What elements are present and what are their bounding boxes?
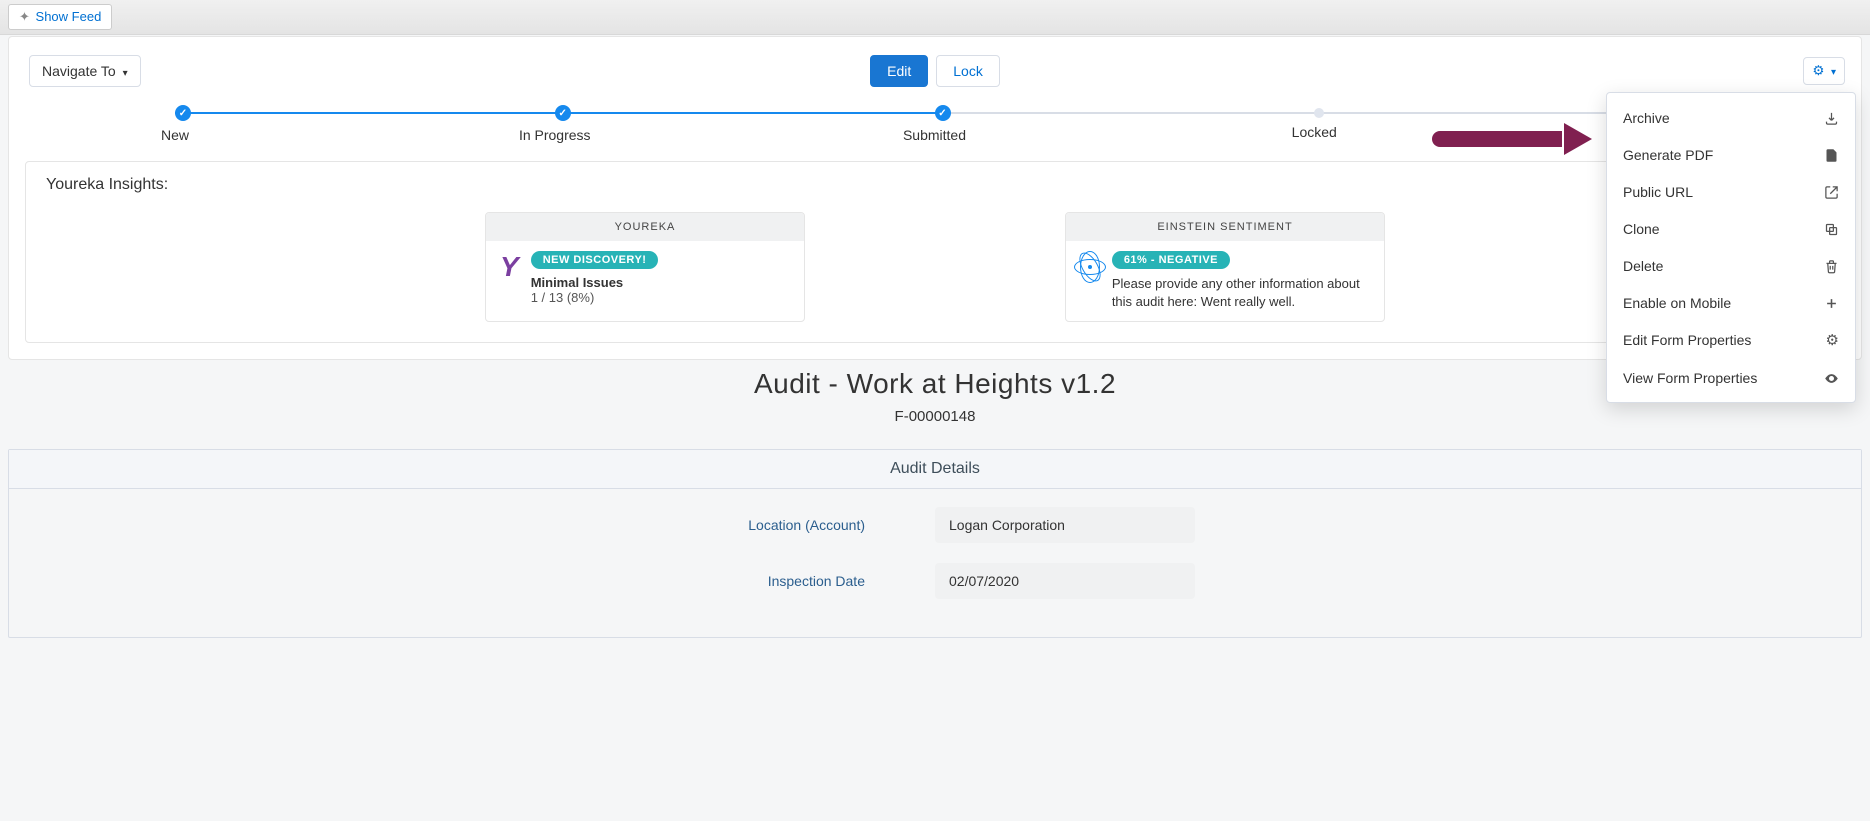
discovery-badge: NEW DISCOVERY! (531, 251, 659, 269)
youreka-insight: YOUREKA Y NEW DISCOVERY! Minimal Issues … (485, 212, 805, 322)
check-icon: ✓ (175, 105, 191, 121)
menu-enable-mobile[interactable]: Enable on Mobile (1607, 284, 1855, 321)
sentiment-badge: 61% - NEGATIVE (1112, 251, 1230, 269)
navigate-to-button[interactable]: Navigate To ▾ (29, 55, 141, 87)
form-row-inspection-date: Inspection Date 02/07/2020 (9, 563, 1861, 599)
youreka-logo-icon: Y (500, 251, 519, 283)
plus-icon (1824, 294, 1839, 311)
caret-down-icon: ▾ (123, 68, 128, 79)
path-step-submitted[interactable]: ✓ Submitted (935, 105, 936, 143)
lock-button[interactable]: Lock (936, 55, 1000, 87)
path-step-locked[interactable]: Locked (1314, 105, 1315, 143)
show-feed-button[interactable]: ✦ Show Feed (8, 4, 112, 30)
download-icon (1824, 109, 1839, 126)
audit-details-section: Audit Details Location (Account) Logan C… (8, 449, 1862, 638)
caret-down-icon: ▾ (1831, 67, 1836, 78)
menu-generate-pdf[interactable]: Generate PDF (1607, 136, 1855, 173)
share-icon (1824, 183, 1839, 200)
inspection-date-value[interactable]: 02/07/2020 (935, 563, 1195, 599)
check-icon: ✓ (555, 105, 571, 121)
insights-title: Youreka Insights: (46, 176, 1824, 194)
page-title: Audit - Work at Heights v1.2 (0, 368, 1870, 400)
gear-icon: ⚙ (1812, 63, 1824, 78)
menu-delete[interactable]: Delete (1607, 247, 1855, 284)
settings-dropdown: Archive Generate PDF Public URL Clone De… (1606, 92, 1856, 403)
audit-details-header: Audit Details (9, 450, 1861, 489)
eye-icon (1824, 369, 1839, 386)
menu-edit-form-properties[interactable]: Edit Form Properties ⚙ (1607, 321, 1855, 359)
navigate-to-label: Navigate To (42, 63, 116, 79)
copy-icon (1824, 220, 1839, 237)
form-row-location: Location (Account) Logan Corporation (9, 507, 1861, 543)
trash-icon (1824, 257, 1839, 274)
einstein-insight: EINSTEIN SENTIMENT 61% - NEGATIVE Please… (1065, 212, 1385, 322)
file-icon (1824, 146, 1839, 163)
path-step-in-progress[interactable]: ✓ In Progress (555, 105, 556, 143)
form-id: F-00000148 (0, 408, 1870, 425)
menu-clone[interactable]: Clone (1607, 210, 1855, 247)
menu-view-form-properties[interactable]: View Form Properties (1607, 359, 1855, 396)
edit-button[interactable]: Edit (870, 55, 928, 87)
menu-archive[interactable]: Archive (1607, 99, 1855, 136)
path-step-new[interactable]: ✓ New (175, 105, 176, 143)
check-icon: ✓ (935, 105, 951, 121)
einstein-logo-icon (1080, 251, 1100, 283)
location-value[interactable]: Logan Corporation (935, 507, 1195, 543)
settings-gear-button[interactable]: ⚙ ▾ (1803, 57, 1845, 85)
arrow-annotation (1432, 125, 1592, 153)
insights-card: Youreka Insights: YOUREKA Y NEW DISCOVER… (25, 161, 1845, 343)
gear-icon: ⚙ (1826, 331, 1839, 349)
feed-icon: ✦ (19, 9, 30, 24)
show-feed-label: Show Feed (36, 9, 102, 24)
menu-public-url[interactable]: Public URL (1607, 173, 1855, 210)
